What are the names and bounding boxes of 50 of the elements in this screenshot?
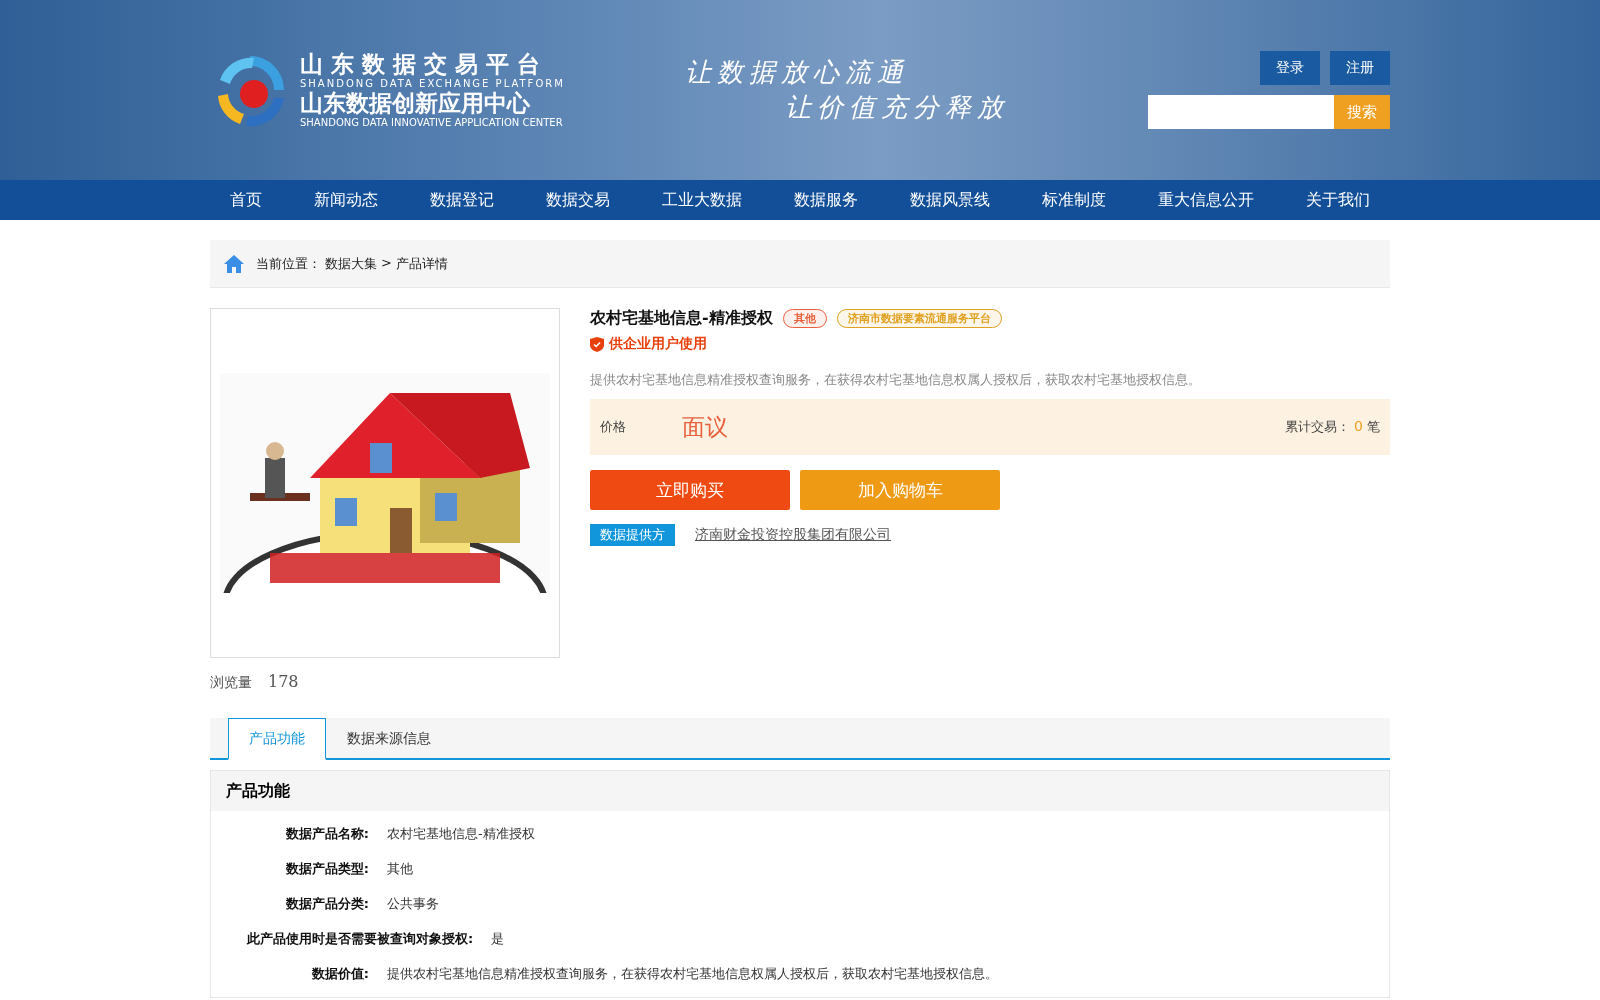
register-button[interactable]: 注册 <box>1330 51 1390 85</box>
views-count: 178 <box>268 672 299 691</box>
nav-link[interactable]: 首页 <box>230 189 262 211</box>
nav-link[interactable]: 数据登记 <box>430 189 494 211</box>
nav-link[interactable]: 数据服务 <box>794 189 858 211</box>
field-label: 数据产品类型: <box>284 860 369 878</box>
nav-link[interactable]: 数据交易 <box>546 189 610 211</box>
views-label: 浏览量 <box>210 674 252 692</box>
trade-count: 累计交易： 0 笔 <box>1285 418 1380 436</box>
breadcrumb-link[interactable]: 数据大集 <box>325 254 377 273</box>
buy-now-button[interactable]: 立即购买 <box>590 470 790 510</box>
logo-subtitle: SHANDONG DATA INNOVATIVE APPLICATION CENTER <box>300 116 564 129</box>
section-title: 产品功能 <box>211 771 1389 811</box>
product-tag: 济南市数据要素流通服务平台 <box>836 309 1002 328</box>
product-title: 农村宅基地信息-精准授权 <box>590 308 773 329</box>
nav-link[interactable]: 关于我们 <box>1306 189 1370 211</box>
logo-title: 山 东 数 据 交 易 平 台 <box>300 51 542 77</box>
breadcrumb-link[interactable]: 产品详情 <box>395 254 448 273</box>
field-value: 公共事务 <box>387 895 439 913</box>
nav-link[interactable]: 重大信息公开 <box>1158 189 1254 211</box>
field-value: 提供农村宅基地信息精准授权查询服务，在获得农村宅基地信息权属人授权后，获取农村宅基地授权信息。 <box>387 965 998 983</box>
nav-link[interactable]: 新闻动态 <box>314 189 378 211</box>
audience-note: 供企业用户使用 <box>609 335 707 353</box>
price-value: 面议 <box>682 412 728 442</box>
slogan: 让价值充分释放 <box>784 91 1009 124</box>
field-value: 农村宅基地信息-精准授权 <box>387 825 535 843</box>
price-label: 价格 <box>600 418 627 436</box>
field-label: 此产品使用时是否需要被查询对象授权: <box>247 930 474 948</box>
field-label: 数据产品分类: <box>284 895 369 913</box>
product-description: 提供农村宅基地信息精准授权查询服务，在获得农村宅基地信息权属人授权后，获取农村宅基地授权信息。 <box>590 371 1202 389</box>
provider-label: 数据提供方 <box>590 524 675 546</box>
field-label: 数据价值: <box>310 965 369 983</box>
provider-link[interactable]: 济南财金投资控股集团有限公司 <box>695 526 891 544</box>
nav-link[interactable]: 标准制度 <box>1042 189 1106 211</box>
tab[interactable]: 数据来源信息 <box>326 718 452 760</box>
product-tag: 其他 <box>782 309 827 328</box>
field-label: 数据产品名称: <box>284 825 369 843</box>
search-field[interactable] <box>1148 95 1334 129</box>
breadcrumb-label: 当前位置： <box>256 254 321 273</box>
logo-subtitle: SHANDONG DATA EXCHANGE PLATFORM <box>300 77 565 90</box>
nav-link[interactable]: 数据风景线 <box>910 189 990 211</box>
logo-title: 山东数据创新应用中心 <box>300 90 531 116</box>
field-value: 其他 <box>387 860 413 878</box>
field-value: 是 <box>491 930 505 948</box>
nav-link[interactable]: 工业大数据 <box>662 189 742 211</box>
shield-icon <box>590 336 604 352</box>
home-icon <box>224 254 244 273</box>
breadcrumb-separator: > <box>381 254 392 272</box>
slogan: 让数据放心流通 <box>684 56 910 89</box>
login-button[interactable]: 登录 <box>1260 51 1320 85</box>
